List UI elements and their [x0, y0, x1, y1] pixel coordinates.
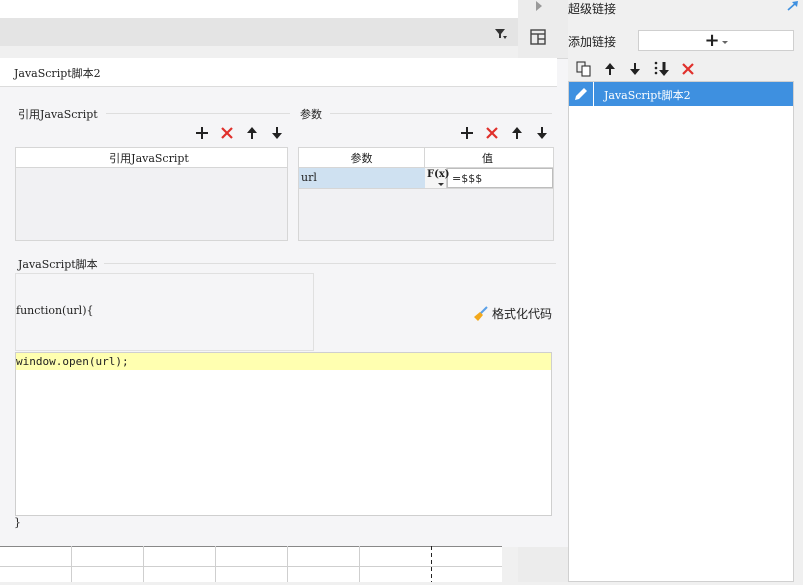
move-down-import-button[interactable]: [269, 125, 285, 141]
edit-pencil-cell: [569, 82, 594, 106]
top-whitespace: [0, 0, 518, 18]
hyperlink-list-item[interactable]: JavaScript脚本2: [569, 82, 793, 106]
hyperlink-panel-title: 超级链接: [568, 2, 617, 16]
imports-section-rule: [106, 113, 290, 114]
dialog-title: JavaScript脚本2: [14, 67, 101, 80]
param-row[interactable]: url F(x) =$$$: [299, 168, 553, 189]
add-link-button[interactable]: +: [638, 30, 794, 51]
params-table-header: 参数 值: [299, 148, 553, 168]
pencil-icon: [575, 88, 587, 100]
imports-table[interactable]: 引用JavaScript: [15, 147, 288, 241]
format-code-label: 格式化代码: [492, 306, 553, 321]
delete-param-button[interactable]: [484, 125, 500, 141]
chevron-down-icon: [438, 183, 444, 186]
param-value-header[interactable]: 值: [425, 148, 550, 167]
function-signature: function(url){: [16, 304, 94, 317]
hyperlink-item-label: JavaScript脚本2: [604, 89, 691, 102]
param-value-cell[interactable]: =$$$: [447, 168, 553, 188]
delete-link-button[interactable]: [681, 62, 695, 76]
add-import-button[interactable]: [194, 125, 210, 141]
params-section-title: 参数: [300, 108, 322, 121]
params-section-rule: [330, 113, 552, 114]
imports-table-header: 引用JavaScript: [16, 148, 287, 168]
script-section-title: JavaScript脚本: [18, 258, 98, 271]
hyperlink-list[interactable]: [568, 81, 794, 582]
code-editor[interactable]: window.open(url);: [15, 352, 552, 516]
move-up-param-button[interactable]: [509, 125, 525, 141]
sort-link-button[interactable]: [653, 61, 671, 77]
function-closing-brace: }: [14, 516, 21, 529]
expand-arrow-icon[interactable]: [787, 0, 799, 11]
move-up-link-button[interactable]: [603, 62, 617, 76]
toolbar-strip: [0, 18, 518, 46]
filter-icon[interactable]: [494, 27, 508, 41]
broom-icon: [474, 305, 488, 321]
chevron-down-icon: [721, 40, 728, 44]
move-down-link-button[interactable]: [628, 62, 642, 76]
param-name-header[interactable]: 参数: [299, 148, 425, 167]
format-code-button[interactable]: 格式化代码: [472, 304, 552, 322]
formula-icon: F(x): [427, 169, 450, 180]
imports-column-header[interactable]: 引用JavaScript: [16, 148, 282, 167]
delete-import-button[interactable]: [219, 125, 235, 141]
play-triangle-icon[interactable]: [534, 0, 544, 12]
copy-link-button[interactable]: [576, 61, 592, 77]
code-line-highlight: window.open(url);: [16, 353, 551, 370]
params-table[interactable]: 参数 值 url F(x) =$$$: [298, 147, 554, 241]
dialog-title-bar: JavaScript脚本2: [0, 58, 557, 87]
code-line[interactable]: window.open(url);: [16, 355, 129, 368]
add-param-button[interactable]: [459, 125, 475, 141]
grid-lines: [0, 546, 502, 582]
formula-button[interactable]: F(x): [425, 168, 450, 188]
add-link-label: 添加链接: [568, 35, 617, 49]
move-down-param-button[interactable]: [534, 125, 550, 141]
param-name-cell[interactable]: url: [299, 168, 425, 188]
script-section-rule: [104, 263, 556, 264]
spreadsheet-grid[interactable]: [0, 546, 502, 582]
layout-icon[interactable]: [529, 28, 547, 46]
imports-section-title: 引用JavaScript: [18, 108, 98, 121]
move-up-import-button[interactable]: [244, 125, 260, 141]
add-link-plus: +: [704, 29, 720, 51]
